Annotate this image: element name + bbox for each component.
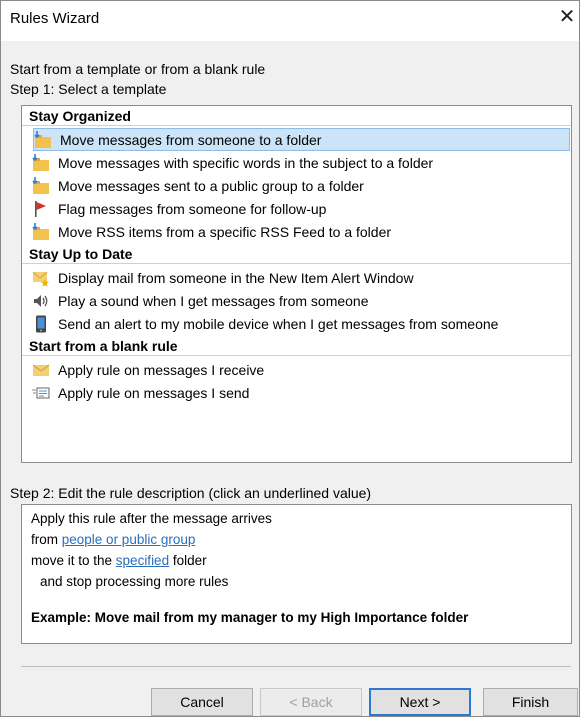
specified-folder-link[interactable]: specified (116, 553, 169, 568)
template-list[interactable]: Stay Organized Move messages from someon… (21, 105, 572, 463)
close-icon[interactable]: ✕ (557, 7, 577, 27)
rules-wizard-window: Rules Wizard ✕ Start from a template or … (0, 0, 580, 717)
move-folder-icon (34, 130, 52, 149)
title-bar: Rules Wizard ✕ (1, 1, 579, 41)
new-item-alert-icon (32, 269, 50, 287)
rule-example: Example: Move mail from my manager to my… (31, 610, 469, 625)
window-title: Rules Wizard (10, 10, 100, 27)
group-header-stay-organized: Stay Organized (22, 106, 571, 126)
template-item-flag-follow-up[interactable]: Flag messages from someone for follow-up (32, 197, 561, 220)
divider (21, 666, 571, 667)
template-item-new-item-alert[interactable]: Display mail from someone in the New Ite… (32, 266, 561, 289)
move-folder-icon (32, 222, 50, 241)
envelope-icon (32, 361, 50, 379)
flag-icon (32, 200, 50, 218)
move-folder-icon (32, 176, 50, 195)
cancel-button[interactable]: Cancel (151, 688, 253, 716)
template-item-play-sound[interactable]: Play a sound when I get messages from so… (32, 289, 561, 312)
next-button[interactable]: Next > (369, 688, 471, 716)
desc-line-1: Apply this rule after the message arrive… (31, 511, 272, 526)
step1-label: Step 1: Select a template (10, 81, 167, 97)
move-folder-icon (32, 153, 50, 172)
back-button[interactable]: < Back (260, 688, 362, 716)
template-item-apply-receive[interactable]: Apply rule on messages I receive (32, 358, 561, 381)
send-message-icon (32, 384, 50, 402)
desc-line-4: and stop processing more rules (40, 574, 229, 589)
desc-line-3: move it to the specified folder (31, 553, 207, 568)
speaker-icon (32, 292, 50, 310)
intro-text: Start from a template or from a blank ru… (10, 61, 266, 77)
template-item-move-from-someone[interactable]: Move messages from someone to a folder (33, 128, 570, 151)
template-item-apply-send[interactable]: Apply rule on messages I send (32, 381, 561, 404)
people-or-public-group-link[interactable]: people or public group (62, 532, 196, 547)
group-header-stay-up-to-date: Stay Up to Date (22, 244, 571, 264)
mobile-device-icon (32, 315, 50, 333)
template-item-move-specific-words[interactable]: Move messages with specific words in the… (32, 151, 561, 174)
template-item-move-public-group[interactable]: Move messages sent to a public group to … (32, 174, 561, 197)
desc-line-2: from people or public group (31, 532, 196, 547)
step2-label: Step 2: Edit the rule description (click… (10, 485, 372, 501)
rule-description-box: Apply this rule after the message arrive… (21, 504, 572, 644)
template-item-move-rss[interactable]: Move RSS items from a specific RSS Feed … (32, 220, 561, 243)
finish-button[interactable]: Finish (483, 688, 578, 716)
group-header-blank-rule: Start from a blank rule (22, 336, 571, 356)
template-item-mobile-alert[interactable]: Send an alert to my mobile device when I… (32, 312, 561, 335)
